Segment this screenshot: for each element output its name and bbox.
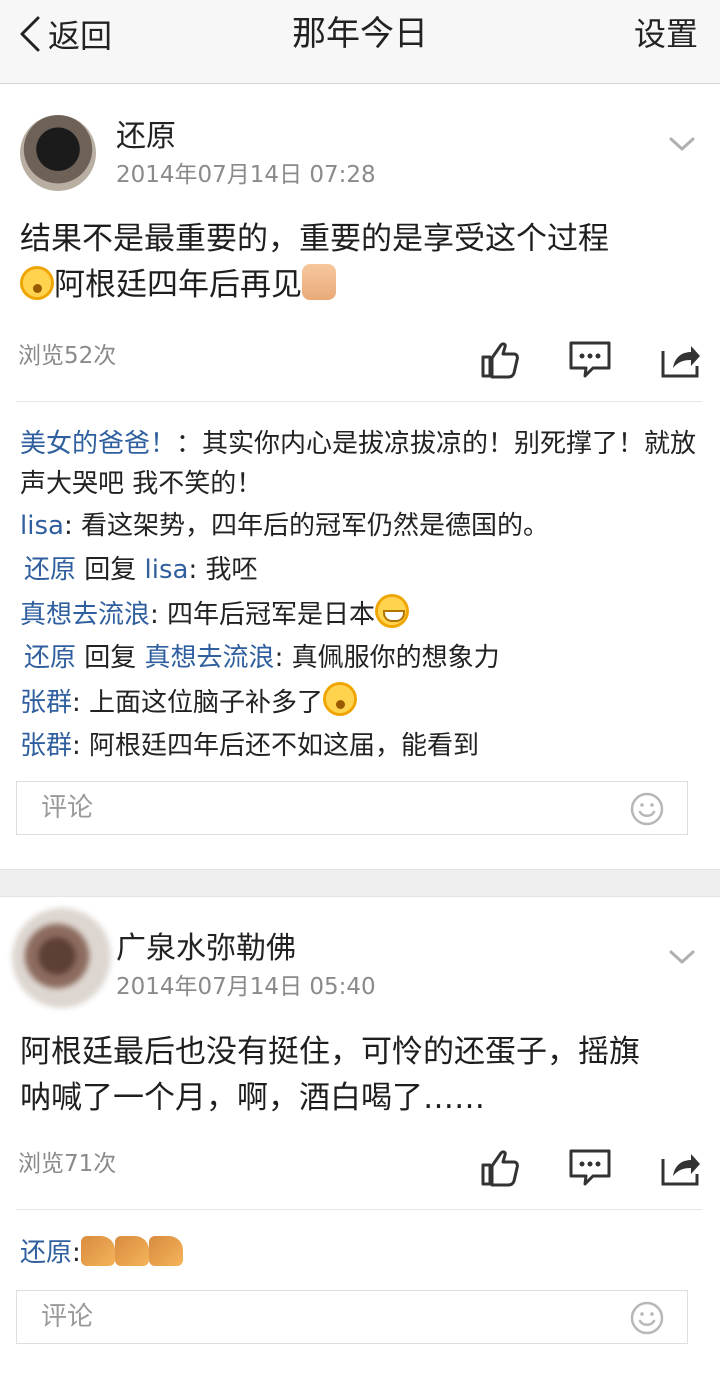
- chevron-down-icon[interactable]: [668, 135, 696, 153]
- post-content-line: 呐喊了一个月，啊，酒白喝了……: [20, 1080, 485, 1116]
- post-author[interactable]: 广泉水弥勒佛: [116, 931, 296, 967]
- chevron-down-icon[interactable]: [668, 948, 696, 966]
- comment[interactable]: 张群: 阿根廷四年后还不如这届，能看到: [20, 726, 700, 766]
- comment-author[interactable]: 还原: [20, 1238, 72, 1268]
- comment-author[interactable]: 张群: [20, 688, 72, 718]
- comment-icon[interactable]: [568, 1145, 612, 1189]
- yawn-emoji-icon: [323, 682, 358, 716]
- post-author[interactable]: 还原: [116, 119, 176, 155]
- share-icon[interactable]: [658, 1145, 702, 1189]
- settings-button[interactable]: 设置: [634, 12, 698, 56]
- post-divider: [16, 401, 702, 402]
- post-2: 广泉水弥勒佛 2014年07月14日 05:40 阿根廷最后也没有挺住，可怜的还…: [0, 898, 720, 1358]
- hammer-emoji-icon: [80, 1236, 115, 1266]
- reply-target[interactable]: 真想去流浪: [145, 643, 275, 673]
- post-divider: [16, 1209, 702, 1210]
- comment[interactable]: 美女的爸爸！：其实你内心是拔凉拔凉的！别死撑了！就放声大哭吧 我不笑的！: [20, 424, 700, 504]
- comment-text: : 四年后冠军是日本: [150, 600, 376, 630]
- smile-icon[interactable]: [629, 1300, 665, 1336]
- author-avatar[interactable]: [12, 908, 112, 1008]
- post-content-line: 结果不是最重要的，重要的是享受这个过程: [20, 221, 609, 257]
- comment[interactable]: 真想去流浪: 四年后冠军是日本: [20, 594, 700, 635]
- smile-icon[interactable]: [629, 791, 665, 827]
- comment-text: : 我呸: [188, 555, 258, 585]
- comment-input[interactable]: 评论: [16, 781, 688, 835]
- comment-reply[interactable]: 还原 回复 lisa: 我呸: [24, 550, 704, 590]
- comment-author[interactable]: 还原: [24, 643, 76, 673]
- post-content-line: 阿根廷四年后再见: [20, 262, 700, 308]
- victory-hand-emoji-icon: [302, 264, 336, 300]
- view-count: 浏览52次: [18, 343, 117, 369]
- top-bar: 返回 那年今日 设置: [0, 0, 720, 84]
- post-time: 2014年07月14日 07:28: [116, 162, 376, 188]
- comment[interactable]: lisa: 看这架势，四年后的冠军仍然是德国的。: [20, 506, 700, 546]
- hammer-emoji-icon: [114, 1236, 149, 1266]
- comment-author[interactable]: 真想去流浪: [20, 600, 150, 630]
- comment-placeholder: 评论: [41, 793, 94, 823]
- comment-text: :: [72, 1238, 81, 1268]
- post-1: 还原 2014年07月14日 07:28 结果不是最重要的，重要的是享受这个过程…: [0, 85, 720, 869]
- grin-emoji-icon: [375, 594, 410, 628]
- post-content: 阿根廷最后也没有挺住，可怜的还蛋子，摇旗 呐喊了一个月，啊，酒白喝了……: [20, 1029, 700, 1121]
- comment-author[interactable]: lisa: [20, 511, 64, 541]
- section-gap: [0, 869, 720, 897]
- hammer-emoji-icon: [148, 1236, 183, 1266]
- comment-author[interactable]: 张群: [20, 731, 72, 761]
- post-time: 2014年07月14日 05:40: [116, 974, 376, 1000]
- comment-icon[interactable]: [568, 337, 612, 381]
- comment-text: : 真佩服你的想象力: [274, 643, 500, 673]
- page-title: 那年今日: [292, 14, 428, 54]
- comment[interactable]: 张群: 上面这位脑子补多了: [20, 682, 700, 723]
- yawn-emoji-icon: [20, 266, 54, 300]
- comment-author[interactable]: 还原: [24, 555, 76, 585]
- post-content: 结果不是最重要的，重要的是享受这个过程 阿根廷四年后再见: [20, 216, 700, 308]
- post-content-line: 阿根廷最后也没有挺住，可怜的还蛋子，摇旗: [20, 1034, 640, 1070]
- comment-input[interactable]: 评论: [16, 1290, 688, 1344]
- reply-target[interactable]: lisa: [145, 555, 189, 585]
- comment-text: : 上面这位脑子补多了: [72, 688, 324, 718]
- view-count: 浏览71次: [18, 1151, 117, 1177]
- share-icon[interactable]: [658, 337, 702, 381]
- comment-author[interactable]: 美女的爸爸！: [20, 429, 176, 459]
- comment-placeholder: 评论: [41, 1302, 94, 1332]
- thumbs-up-icon[interactable]: [478, 1145, 522, 1189]
- comment-text: : 阿根廷四年后还不如这届，能看到: [72, 731, 480, 761]
- thumbs-up-icon[interactable]: [478, 337, 522, 381]
- comment[interactable]: 还原:: [20, 1233, 700, 1273]
- comment-text: : 看这架势，四年后的冠军仍然是德国的。: [63, 511, 549, 541]
- author-avatar[interactable]: [20, 115, 96, 191]
- comment-reply[interactable]: 还原 回复 真想去流浪: 真佩服你的想象力: [24, 638, 704, 678]
